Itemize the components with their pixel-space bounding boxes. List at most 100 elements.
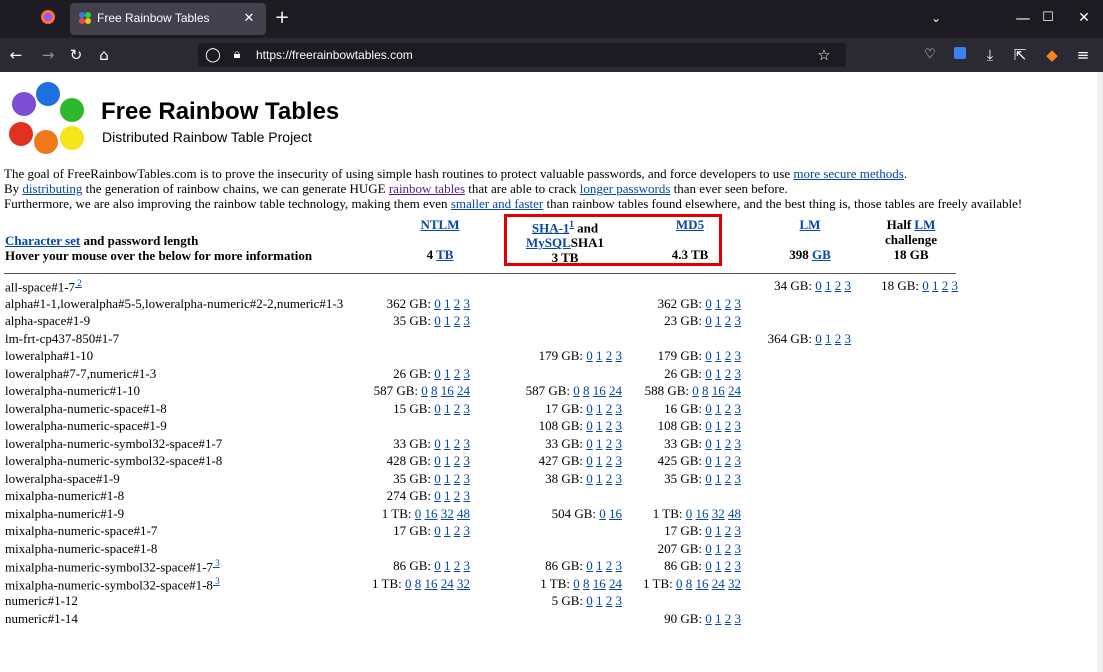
table-part-link[interactable]: 1 (715, 471, 722, 486)
url-bar[interactable]: ◯ 🔒︎ https://freerainbowtables.com (198, 43, 846, 67)
table-part-link[interactable]: 3 (464, 523, 471, 538)
table-part-link[interactable]: 3 (735, 296, 742, 311)
table-part-link[interactable]: 0 (434, 453, 441, 468)
minimize-icon[interactable]: — (1013, 8, 1033, 28)
table-part-link[interactable]: 2 (606, 418, 613, 433)
table-part-link[interactable]: 24 (609, 576, 622, 591)
table-part-link[interactable]: 0 (586, 418, 593, 433)
table-part-link[interactable]: 16 (593, 576, 606, 591)
table-part-link[interactable]: 0 (586, 401, 593, 416)
table-part-link[interactable]: 32 (457, 576, 470, 591)
table-part-link[interactable]: 0 (434, 366, 441, 381)
table-part-link[interactable]: 2 (454, 471, 461, 486)
table-part-link[interactable]: 2 (606, 401, 613, 416)
close-tab-icon[interactable]: ✕ (240, 9, 258, 29)
table-part-link[interactable]: 2 (725, 296, 732, 311)
table-part-link[interactable]: 2 (725, 313, 732, 328)
table-part-link[interactable]: 3 (616, 348, 623, 363)
table-part-link[interactable]: 0 (434, 558, 441, 573)
bookmark-star-icon[interactable]: ☆ (814, 45, 834, 65)
table-part-link[interactable]: 48 (457, 506, 470, 521)
table-part-link[interactable]: 0 (676, 576, 683, 591)
table-part-link[interactable]: 8 (702, 383, 709, 398)
table-part-link[interactable]: 24 (712, 576, 725, 591)
table-part-link[interactable]: 16 (593, 383, 606, 398)
table-part-link[interactable]: 3 (464, 471, 471, 486)
table-part-link[interactable]: 8 (583, 576, 590, 591)
table-part-link[interactable]: 1 (715, 523, 722, 538)
table-part-link[interactable]: 0 (705, 523, 712, 538)
table-part-link[interactable]: 3 (616, 593, 623, 608)
table-part-link[interactable]: 3 (464, 488, 471, 503)
table-part-link[interactable]: 3 (952, 278, 959, 293)
table-part-link[interactable]: 2 (725, 436, 732, 451)
table-part-link[interactable]: 2 (606, 348, 613, 363)
table-part-link[interactable]: 3 (735, 523, 742, 538)
table-part-link[interactable]: 3 (735, 541, 742, 556)
table-part-link[interactable]: 24 (728, 383, 741, 398)
table-part-link[interactable]: 3 (616, 436, 623, 451)
table-part-link[interactable]: 1 (715, 366, 722, 381)
pocket-icon[interactable]: ♡ (920, 45, 940, 65)
table-part-link[interactable]: 0 (705, 366, 712, 381)
table-part-link[interactable]: 3 (616, 418, 623, 433)
downloads-icon[interactable]: ⤓ (980, 45, 1000, 65)
table-part-link[interactable]: 3 (464, 366, 471, 381)
table-part-link[interactable]: 3 (735, 453, 742, 468)
table-part-link[interactable]: 3 (735, 401, 742, 416)
table-part-link[interactable]: 2 (454, 401, 461, 416)
table-part-link[interactable]: 1 (444, 401, 451, 416)
table-part-link[interactable]: 0 (434, 401, 441, 416)
footnote-link[interactable]: 2 (75, 278, 82, 288)
table-part-link[interactable]: 1 (444, 523, 451, 538)
table-part-link[interactable]: 0 (415, 506, 422, 521)
table-part-link[interactable]: 32 (441, 506, 454, 521)
table-part-link[interactable]: 2 (606, 471, 613, 486)
table-part-link[interactable]: 1 (596, 348, 603, 363)
table-part-link[interactable]: 0 (573, 383, 580, 398)
table-part-link[interactable]: 0 (421, 383, 428, 398)
table-part-link[interactable]: 1 (444, 488, 451, 503)
scrollbar[interactable] (1097, 72, 1103, 672)
table-part-link[interactable]: 0 (434, 296, 441, 311)
table-part-link[interactable]: 1 (596, 453, 603, 468)
table-part-link[interactable]: 3 (616, 558, 623, 573)
home-icon[interactable]: ⌂ (94, 45, 114, 65)
table-part-link[interactable]: 8 (686, 576, 693, 591)
table-part-link[interactable]: 1 (932, 278, 939, 293)
table-part-link[interactable]: 0 (434, 471, 441, 486)
table-part-link[interactable]: 2 (725, 453, 732, 468)
rainbow-tables-link[interactable]: rainbow tables (389, 181, 465, 196)
table-part-link[interactable]: 16 (425, 506, 438, 521)
table-part-link[interactable]: 0 (815, 331, 822, 346)
table-part-link[interactable]: 1 (444, 471, 451, 486)
table-part-link[interactable]: 0 (586, 436, 593, 451)
table-part-link[interactable]: 2 (725, 366, 732, 381)
table-part-link[interactable]: 0 (922, 278, 929, 293)
table-part-link[interactable]: 1 (596, 401, 603, 416)
table-part-link[interactable]: 1 (715, 296, 722, 311)
table-part-link[interactable]: 2 (454, 436, 461, 451)
table-part-link[interactable]: 24 (457, 383, 470, 398)
table-part-link[interactable]: 2 (725, 611, 732, 626)
table-part-link[interactable]: 16 (712, 383, 725, 398)
table-part-link[interactable]: 1 (444, 296, 451, 311)
table-part-link[interactable]: 3 (464, 313, 471, 328)
table-part-link[interactable]: 3 (735, 313, 742, 328)
table-part-link[interactable]: 2 (606, 558, 613, 573)
table-part-link[interactable]: 0 (705, 296, 712, 311)
firefox-icon[interactable] (38, 9, 58, 30)
reload-icon[interactable]: ↻ (66, 45, 86, 65)
table-part-link[interactable]: 2 (835, 278, 842, 293)
table-part-link[interactable]: 1 (715, 453, 722, 468)
table-part-link[interactable]: 0 (434, 313, 441, 328)
table-part-link[interactable]: 1 (444, 453, 451, 468)
table-part-link[interactable]: 0 (686, 506, 693, 521)
table-part-link[interactable]: 2 (454, 558, 461, 573)
table-part-link[interactable]: 1 (825, 278, 832, 293)
table-part-link[interactable]: 0 (705, 611, 712, 626)
table-part-link[interactable]: 16 (609, 506, 622, 521)
table-part-link[interactable]: 8 (431, 383, 438, 398)
table-part-link[interactable]: 1 (715, 611, 722, 626)
table-part-link[interactable]: 3 (735, 436, 742, 451)
